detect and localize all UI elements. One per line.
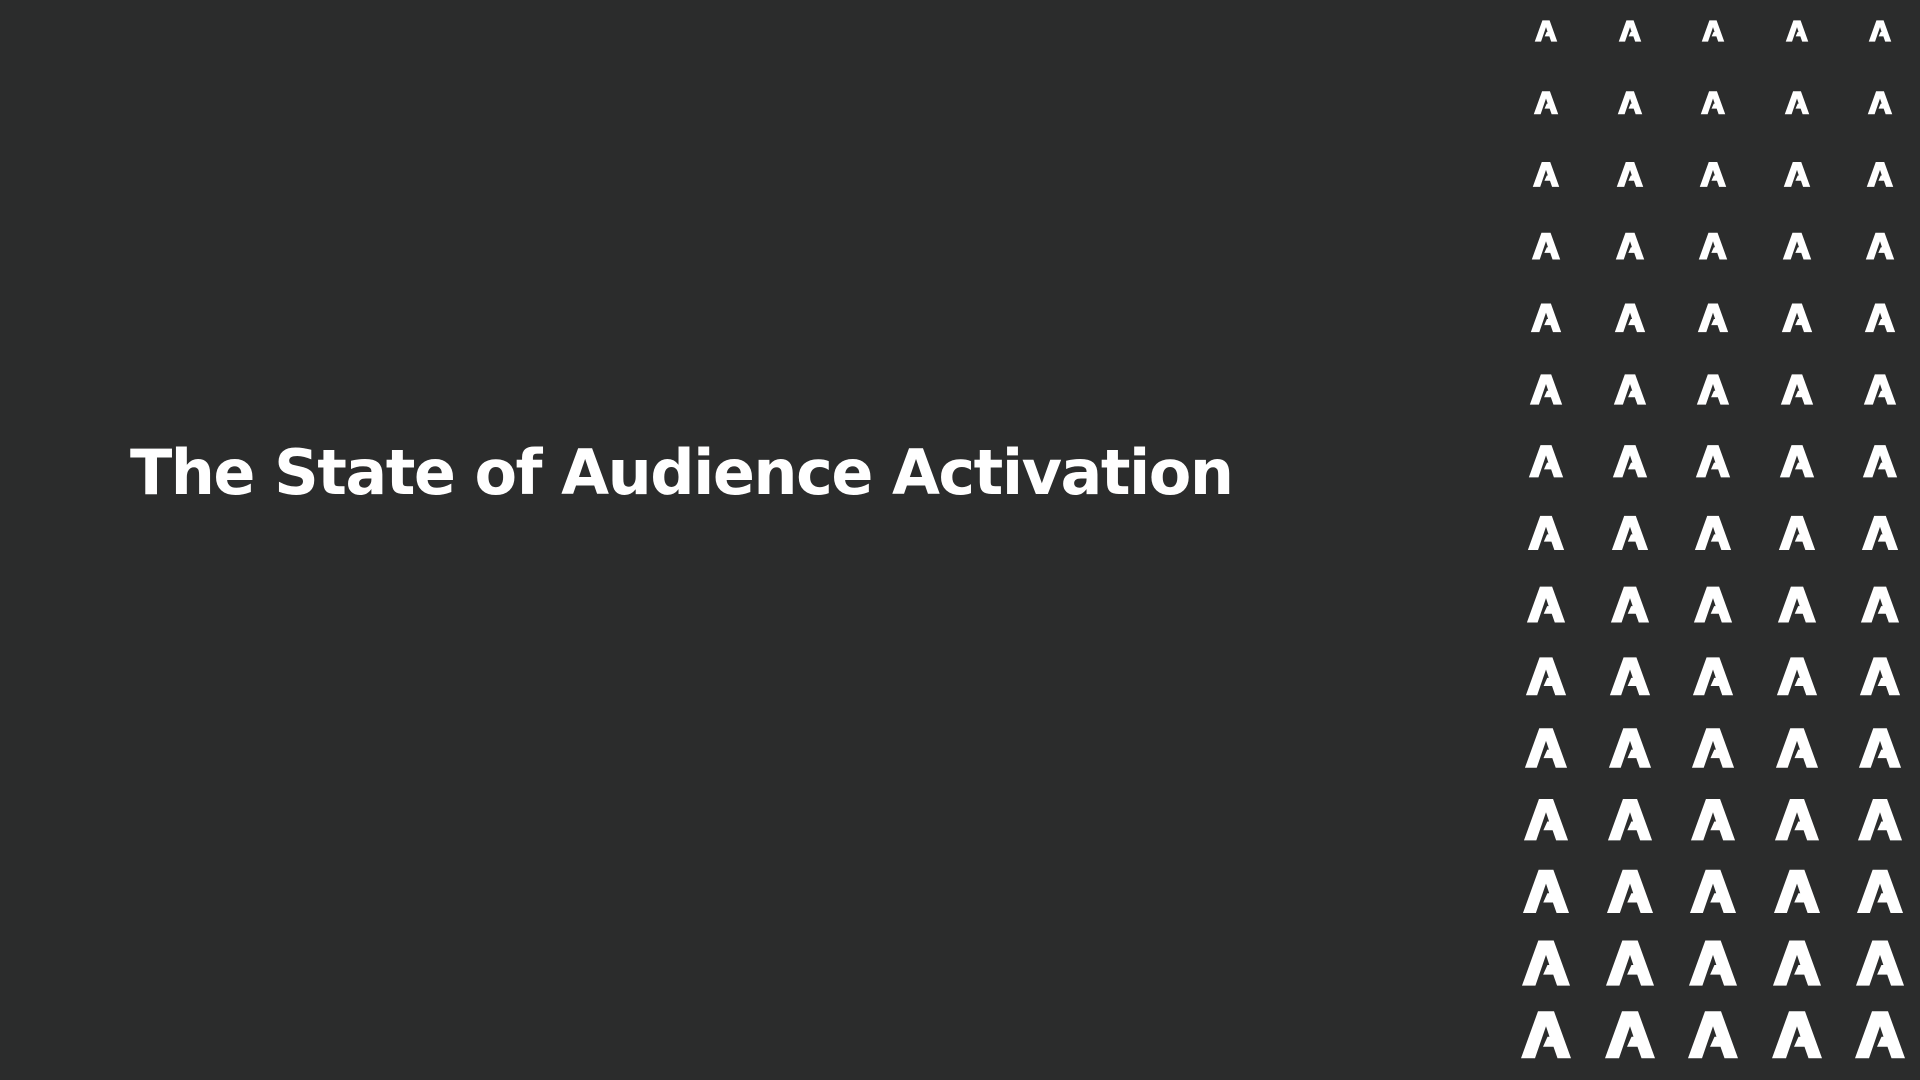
adobe-a-logo-icon: [1606, 869, 1654, 914]
adobe-a-logo-icon: [1782, 232, 1812, 260]
adobe-a-logo-icon: [1523, 798, 1569, 841]
presentation-slide: The State of Audience Activation: [0, 0, 1920, 1080]
adobe-a-logo-icon: [1525, 657, 1567, 696]
adobe-a-logo-icon: [1783, 161, 1811, 187]
adobe-a-logo-icon: [1609, 657, 1651, 696]
adobe-a-logo-icon: [1866, 161, 1894, 187]
adobe-a-logo-icon: [1618, 20, 1642, 42]
adobe-a-logo-icon: [1700, 91, 1726, 115]
adobe-a-logo-icon: [1857, 798, 1903, 841]
adobe-a-logo-icon: [1531, 232, 1561, 260]
adobe-a-logo-icon: [1610, 586, 1650, 623]
adobe-a-logo-icon: [1695, 445, 1731, 478]
adobe-a-logo-icon: [1867, 91, 1893, 115]
adobe-a-logo-icon: [1616, 161, 1644, 187]
adobe-a-logo-icon: [1524, 728, 1568, 768]
adobe-a-logo-icon: [1698, 232, 1728, 260]
adobe-a-logo-icon: [1688, 1011, 1738, 1059]
adobe-a-logo-icon: [1614, 303, 1646, 333]
adobe-a-logo-icon: [1861, 515, 1899, 550]
adobe-a-logo-icon: [1862, 445, 1898, 478]
adobe-a-logo-icon: [1617, 91, 1643, 115]
adobe-a-logo-icon: [1774, 798, 1820, 841]
adobe-a-logo-icon: [1777, 586, 1817, 623]
adobe-a-logo-icon: [1689, 869, 1737, 914]
adobe-a-logo-icon: [1612, 445, 1648, 478]
adobe-a-logo-icon: [1691, 728, 1735, 768]
adobe-a-logo-icon: [1776, 657, 1818, 696]
adobe-a-logo-icon: [1615, 232, 1645, 260]
adobe-a-logo-icon: [1527, 515, 1565, 550]
adobe-a-logo-icon: [1692, 657, 1734, 696]
adobe-a-logo-icon: [1780, 374, 1814, 405]
adobe-a-logo-icon: [1868, 20, 1892, 42]
adobe-a-logo-icon: [1607, 798, 1653, 841]
adobe-a-logo-icon: [1529, 374, 1563, 405]
adobe-a-logo-icon: [1864, 303, 1896, 333]
adobe-logo-pattern: [1521, 20, 1905, 1059]
adobe-a-logo-icon: [1690, 798, 1736, 841]
adobe-a-logo-icon: [1528, 445, 1564, 478]
adobe-a-logo-icon: [1863, 374, 1897, 405]
adobe-a-logo-icon: [1521, 1011, 1571, 1059]
adobe-a-logo-icon: [1859, 657, 1901, 696]
adobe-a-logo-icon: [1778, 515, 1816, 550]
adobe-a-logo-icon: [1526, 586, 1566, 623]
adobe-a-logo-icon: [1530, 303, 1562, 333]
adobe-a-logo-icon: [1701, 20, 1725, 42]
adobe-a-logo-icon: [1521, 940, 1571, 986]
adobe-a-logo-icon: [1605, 940, 1655, 986]
adobe-a-logo-icon: [1784, 91, 1810, 115]
adobe-a-logo-icon: [1694, 515, 1732, 550]
adobe-a-logo-icon: [1779, 445, 1815, 478]
adobe-a-logo-icon: [1608, 728, 1652, 768]
adobe-a-logo-icon: [1785, 20, 1809, 42]
adobe-a-logo-icon: [1855, 940, 1905, 986]
adobe-a-logo-icon: [1855, 1011, 1905, 1059]
adobe-a-logo-icon: [1865, 232, 1895, 260]
adobe-a-logo-icon: [1697, 303, 1729, 333]
adobe-a-logo-icon: [1772, 1011, 1822, 1059]
adobe-a-logo-icon: [1532, 161, 1560, 187]
adobe-a-logo-icon: [1858, 728, 1902, 768]
slide-title: The State of Audience Activation: [130, 436, 1234, 509]
adobe-a-logo-icon: [1693, 586, 1733, 623]
adobe-a-logo-icon: [1773, 869, 1821, 914]
adobe-a-logo-icon: [1688, 940, 1738, 986]
adobe-a-logo-icon: [1611, 515, 1649, 550]
adobe-a-logo-icon: [1696, 374, 1730, 405]
adobe-a-logo-icon: [1534, 20, 1558, 42]
adobe-a-logo-icon: [1533, 91, 1559, 115]
adobe-a-logo-icon: [1699, 161, 1727, 187]
adobe-a-logo-icon: [1775, 728, 1819, 768]
adobe-a-logo-icon: [1613, 374, 1647, 405]
adobe-a-logo-icon: [1856, 869, 1904, 914]
adobe-a-logo-icon: [1772, 940, 1822, 986]
adobe-a-logo-icon: [1522, 869, 1570, 914]
adobe-a-logo-icon: [1860, 586, 1900, 623]
adobe-a-logo-icon: [1605, 1011, 1655, 1059]
adobe-a-logo-icon: [1781, 303, 1813, 333]
